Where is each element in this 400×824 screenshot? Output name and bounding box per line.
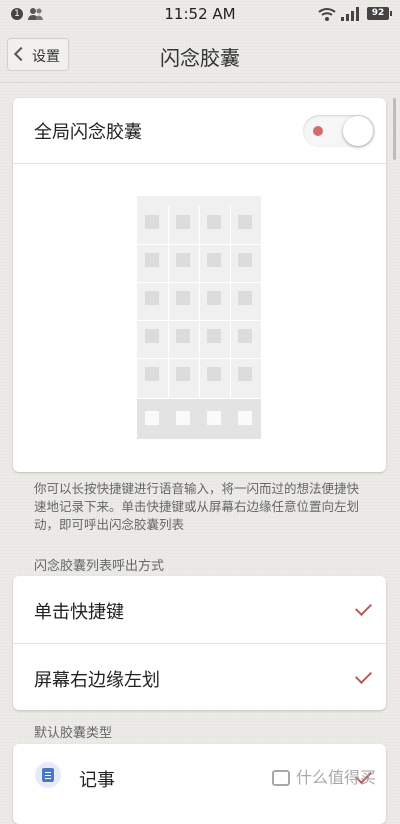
wifi-icon [318, 8, 336, 21]
illustration-dock-tile [238, 411, 252, 425]
illustration-app-tile [145, 253, 159, 267]
illustration-grid-line [137, 398, 261, 399]
illustration-grid-line [137, 244, 261, 245]
illustration-app-tile [207, 253, 221, 267]
illustration-dock-tile [207, 411, 221, 425]
illustration-app-tile [145, 329, 159, 343]
scrollbar[interactable] [393, 98, 396, 160]
illustration-app-tile [207, 367, 221, 381]
battery-icon: 92 [367, 7, 392, 20]
watermark-text: 什么值得买 [296, 768, 377, 787]
feature-description: 你可以长按快捷键进行语音输入，将一闪而过的想法便捷快速地记录下来。单击快捷键或从… [34, 481, 360, 532]
illustration-app-tile [238, 253, 252, 267]
illustration-dock-tile [145, 411, 159, 425]
illustration-grid-line [230, 206, 231, 398]
illustration-app-tile [238, 367, 252, 381]
illustration-app-tile [238, 291, 252, 305]
illustration-grid-line [137, 282, 261, 283]
illustration-grid-line [137, 358, 261, 359]
page-title: 闪念胶囊 [160, 46, 240, 70]
illustration-grid-line [199, 206, 200, 398]
watermark-logo-icon [272, 770, 290, 786]
illustration-grid-line [168, 206, 169, 398]
illustration-app-tile [207, 291, 221, 305]
illustration-app-tile [238, 215, 252, 229]
signal-icon [341, 7, 359, 21]
illustration-app-tile [176, 367, 190, 381]
global-toggle-card: 全局闪念胶囊 [13, 98, 386, 472]
illustration-app-tile [145, 291, 159, 305]
toggle-indicator-dot [313, 126, 323, 136]
illustration-app-tile [238, 329, 252, 343]
phone-screen-illustration [137, 196, 261, 439]
global-toggle-switch[interactable] [303, 115, 375, 147]
global-toggle-label: 全局闪念胶囊 [34, 122, 142, 143]
option-label: 记事 [79, 770, 115, 791]
header-bar: 设置 闪念胶囊 [0, 28, 400, 83]
watermark: 什么值得买 [272, 764, 376, 788]
illustration-app-tile [176, 253, 190, 267]
invoke-section-header: 闪念胶囊列表呼出方式 [34, 559, 165, 574]
note-icon [35, 762, 61, 788]
divider [13, 163, 386, 164]
illustration-dock-tile [176, 411, 190, 425]
divider [13, 643, 386, 644]
status-bar: 1 11:52 AM 92 [0, 0, 400, 28]
illustration-grid-line [137, 320, 261, 321]
illustration-app-tile [176, 329, 190, 343]
illustration-app-tile [176, 291, 190, 305]
option-label: 屏幕右边缘左划 [34, 670, 160, 691]
checkmark-icon [355, 599, 372, 616]
toggle-knob [343, 116, 373, 146]
status-time: 11:52 AM [164, 5, 236, 23]
illustration-app-tile [207, 215, 221, 229]
checkmark-icon [355, 667, 372, 684]
default-type-section-header: 默认胶囊类型 [34, 726, 113, 741]
invoke-options-card: 单击快捷键 屏幕右边缘左划 [13, 576, 386, 710]
illustration-app-tile [207, 329, 221, 343]
illustration-app-tile [145, 367, 159, 381]
illustration-app-tile [176, 215, 190, 229]
illustration-app-tile [145, 215, 159, 229]
option-label: 单击快捷键 [34, 602, 124, 623]
